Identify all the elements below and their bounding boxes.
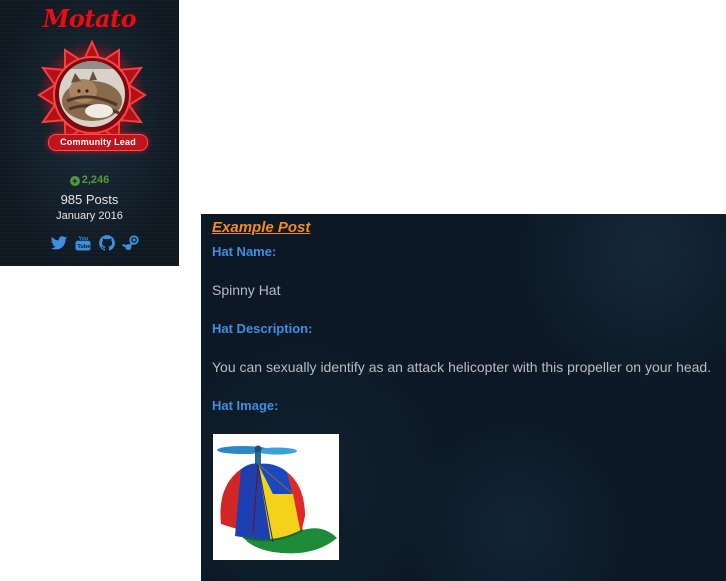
username[interactable]: Motato [0,4,179,33]
social-links: You Tube [50,232,150,254]
hat-name-value: Spinny Hat [212,282,281,298]
page: Motato Community Lead + 2,246 985 Posts … [0,0,726,581]
github-icon[interactable] [98,234,116,252]
join-date: January 2016 [56,210,123,222]
hat-description-label: Hat Description: [212,321,313,336]
hat-name-label: Hat Name: [212,244,277,259]
steam-icon[interactable] [122,234,140,252]
svg-text:Tube: Tube [77,244,90,250]
avatar[interactable] [59,61,125,127]
propeller-cap-image [217,445,337,554]
hat-image[interactable] [213,434,339,560]
cat-photo [59,61,125,127]
post-content: Example Post Hat Name: Spinny Hat Hat De… [201,214,726,581]
user-profile-card: Motato Community Lead + 2,246 985 Posts … [0,0,179,266]
twitter-icon[interactable] [50,234,68,252]
post-title[interactable]: Example Post [212,219,310,236]
reputation-count: +2,246 [0,174,179,186]
reputation-value: 2,246 [81,174,110,186]
hat-image-label: Hat Image: [212,398,279,413]
role-badge: Community Lead [48,134,148,151]
hat-description-value: You can sexually identify as an attack h… [212,359,712,375]
svg-text:You: You [79,236,89,242]
post-count: 985 Posts [60,192,119,207]
plus-circle-icon: + [69,176,80,186]
youtube-icon[interactable]: You Tube [74,234,92,252]
